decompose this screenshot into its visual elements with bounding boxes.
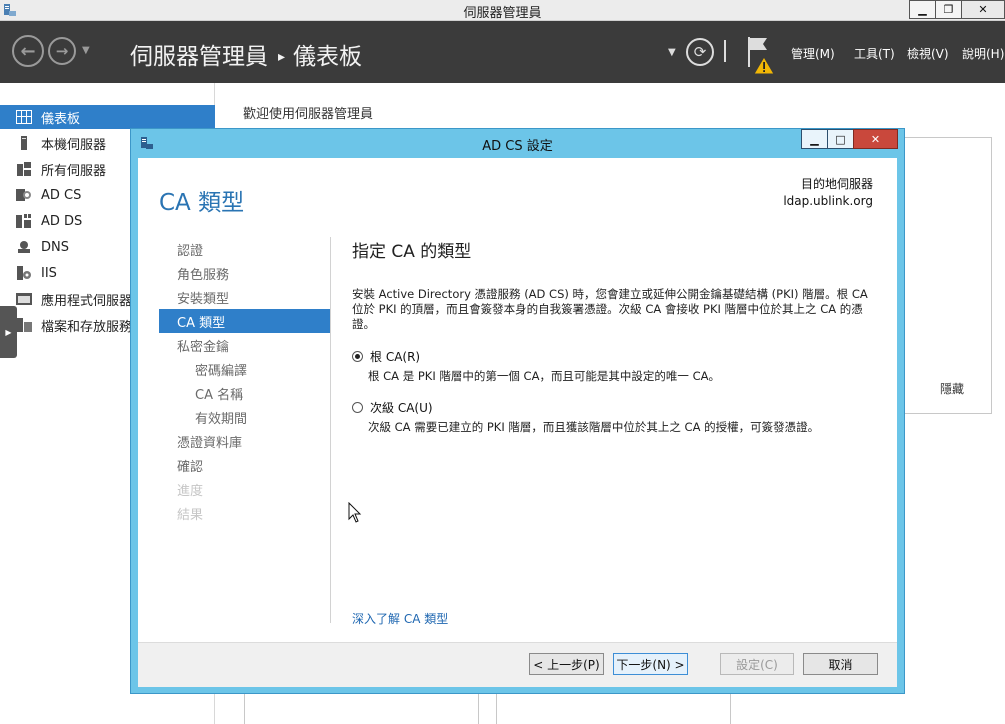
breadcrumb-separator-icon: ▸ bbox=[278, 49, 286, 65]
close-button[interactable]: ✕ bbox=[961, 0, 1005, 19]
subordinate-ca-description: 次級 CA 需要已建立的 PKI 階層，而且獲該階層中位於其上之 CA 的授權，… bbox=[368, 420, 820, 434]
menu-view[interactable]: 檢視(V) bbox=[907, 45, 949, 62]
dialog-close-button[interactable]: ✕ bbox=[853, 129, 898, 149]
dialog-maximize-button[interactable]: □ bbox=[827, 129, 854, 149]
app-server-icon bbox=[16, 293, 32, 305]
dns-icon bbox=[18, 241, 30, 253]
wizard-step-credentials[interactable]: 認證 bbox=[159, 237, 330, 261]
dialog-titlebar[interactable]: AD CS 設定 ▁ □ ✕ bbox=[131, 129, 904, 157]
minimize-icon: ▁ bbox=[918, 3, 927, 16]
next-button[interactable]: 下一步(N) > bbox=[613, 653, 688, 675]
menu-tools[interactable]: 工具(T) bbox=[854, 45, 895, 62]
sidebar-item-dashboard[interactable]: 儀表板 bbox=[0, 105, 215, 129]
header-divider bbox=[724, 40, 726, 62]
expand-arrow-icon: ▶ bbox=[5, 327, 12, 337]
subordinate-ca-radio[interactable] bbox=[352, 402, 363, 413]
dialog-minimize-button[interactable]: ▁ bbox=[801, 129, 828, 149]
breadcrumb-root[interactable]: 伺服器管理員 bbox=[130, 44, 268, 70]
section-title: 指定 CA 的類型 bbox=[352, 242, 472, 262]
welcome-heading: 歡迎使用伺服器管理員 bbox=[243, 107, 374, 122]
directory-icon bbox=[16, 214, 31, 228]
learn-more-link[interactable]: 深入了解 CA 類型 bbox=[352, 610, 448, 627]
wizard-divider bbox=[330, 237, 331, 623]
sidebar-expand-handle[interactable]: ▶ bbox=[0, 306, 17, 358]
menu-manage[interactable]: 管理(M) bbox=[791, 45, 835, 62]
main-window-controls: ▁ ❐ ✕ bbox=[909, 0, 1005, 20]
ca-type-description: 安裝 Active Directory 憑證服務 (AD CS) 時，您會建立或… bbox=[352, 287, 868, 331]
servers-icon bbox=[17, 162, 31, 176]
ad-cs-configuration-dialog: AD CS 設定 ▁ □ ✕ CA 類型 目的地伺服器 ldap.ublink.… bbox=[130, 128, 905, 694]
dialog-body: CA 類型 目的地伺服器 ldap.ublink.org 認證 角色服務 安裝類… bbox=[138, 158, 897, 687]
page-title: CA 類型 bbox=[159, 190, 245, 216]
previous-button[interactable]: < 上一步(P) bbox=[529, 653, 604, 675]
minimize-icon: ▁ bbox=[810, 132, 819, 146]
refresh-icon: ⟳ bbox=[693, 43, 707, 61]
history-dropdown-icon[interactable]: ▼ bbox=[82, 45, 90, 56]
configure-button: 設定(C) bbox=[720, 653, 794, 675]
wizard-step-cryptography[interactable]: 密碼編譯 bbox=[159, 357, 330, 381]
close-icon: ✕ bbox=[870, 132, 881, 146]
root-ca-radio[interactable] bbox=[352, 351, 363, 362]
wizard-step-ca-name[interactable]: CA 名稱 bbox=[159, 381, 330, 405]
sidebar-item-label: 所有伺服器 bbox=[41, 163, 107, 179]
wizard-step-progress: 進度 bbox=[177, 483, 204, 499]
refresh-dropdown-icon[interactable]: ▼ bbox=[668, 47, 676, 58]
certificate-icon bbox=[16, 189, 31, 201]
dashboard-tile bbox=[244, 694, 479, 724]
hide-link[interactable]: 隱藏 bbox=[940, 380, 964, 397]
dashboard-tile bbox=[496, 694, 731, 724]
destination-server-value: ldap.ublink.org bbox=[783, 194, 873, 208]
breadcrumb: 伺服器管理員 ▸ 儀表板 bbox=[130, 37, 362, 71]
dialog-window-controls: ▁ □ ✕ bbox=[801, 129, 898, 149]
header-bar: ← → ▼ 伺服器管理員 ▸ 儀表板 ▼ ⟳ 管理(M) 工具(T) 檢視(V) 說… bbox=[0, 21, 1005, 83]
wizard-step-validity-period[interactable]: 有效期間 bbox=[159, 405, 330, 429]
cancel-button[interactable]: 取消 bbox=[803, 653, 878, 675]
main-window-titlebar: 伺服器管理員 ▁ ❐ ✕ bbox=[0, 0, 1005, 21]
wizard-step-certificate-database[interactable]: 憑證資料庫 bbox=[159, 429, 330, 453]
file-storage-icon bbox=[16, 318, 32, 332]
subordinate-ca-option[interactable]: 次級 CA(U) bbox=[352, 399, 433, 416]
forward-button[interactable]: → bbox=[48, 37, 76, 65]
wizard-step-private-key[interactable]: 私密金鑰 bbox=[159, 333, 330, 357]
restore-button[interactable]: ❐ bbox=[935, 0, 962, 19]
sidebar-item-label: IIS bbox=[41, 265, 57, 281]
server-icon bbox=[21, 136, 27, 150]
menu-help[interactable]: 說明(H) bbox=[962, 45, 1004, 62]
breadcrumb-current: 儀表板 bbox=[293, 44, 363, 70]
root-ca-option[interactable]: 根 CA(R) bbox=[352, 348, 420, 365]
welcome-tile-panel bbox=[903, 137, 992, 414]
back-button[interactable]: ← bbox=[12, 35, 44, 67]
dashboard-icon bbox=[16, 110, 32, 124]
mouse-cursor-icon bbox=[348, 502, 362, 523]
restore-icon: ❐ bbox=[943, 3, 954, 16]
back-arrow-icon: ← bbox=[20, 40, 36, 62]
root-ca-description: 根 CA 是 PKI 階層中的第一個 CA，而且可能是其中設定的唯一 CA。 bbox=[368, 369, 720, 383]
sidebar-item-label: 檔案和存放服務 bbox=[41, 319, 133, 335]
sidebar-item-label: AD CS bbox=[41, 187, 82, 203]
iis-icon bbox=[17, 266, 31, 280]
main-window-title: 伺服器管理員 bbox=[463, 6, 542, 21]
sidebar-item-label: DNS bbox=[41, 239, 69, 255]
wizard-step-setup-type[interactable]: 安裝類型 bbox=[159, 285, 330, 309]
wizard-step-confirmation[interactable]: 確認 bbox=[159, 453, 330, 477]
radio-selected-dot bbox=[355, 354, 360, 359]
minimize-button[interactable]: ▁ bbox=[909, 0, 936, 19]
wizard-step-ca-type[interactable]: CA 類型 bbox=[159, 309, 330, 333]
wizard-step-results: 結果 bbox=[177, 507, 204, 523]
wizard-step-role-services[interactable]: 角色服務 bbox=[159, 261, 330, 285]
destination-server-label: 目的地伺服器 bbox=[800, 177, 873, 191]
dialog-title: AD CS 設定 bbox=[482, 139, 553, 154]
sidebar-item-label: AD DS bbox=[41, 213, 83, 229]
sidebar-item-label: 本機伺服器 bbox=[41, 137, 107, 153]
root-ca-label[interactable]: 根 CA(R) bbox=[370, 348, 420, 365]
sidebar-item-label: 應用程式伺服器 bbox=[41, 293, 133, 309]
forward-arrow-icon: → bbox=[55, 42, 69, 60]
refresh-button[interactable]: ⟳ bbox=[686, 38, 714, 66]
notifications-flag-icon[interactable] bbox=[745, 35, 777, 75]
dialog-footer: < 上一步(P) 下一步(N) > 設定(C) 取消 bbox=[138, 642, 897, 687]
sidebar-item-label: 儀表板 bbox=[41, 111, 81, 127]
subordinate-ca-label[interactable]: 次級 CA(U) bbox=[370, 399, 433, 416]
close-icon: ✕ bbox=[978, 3, 988, 16]
maximize-icon: □ bbox=[835, 132, 846, 146]
